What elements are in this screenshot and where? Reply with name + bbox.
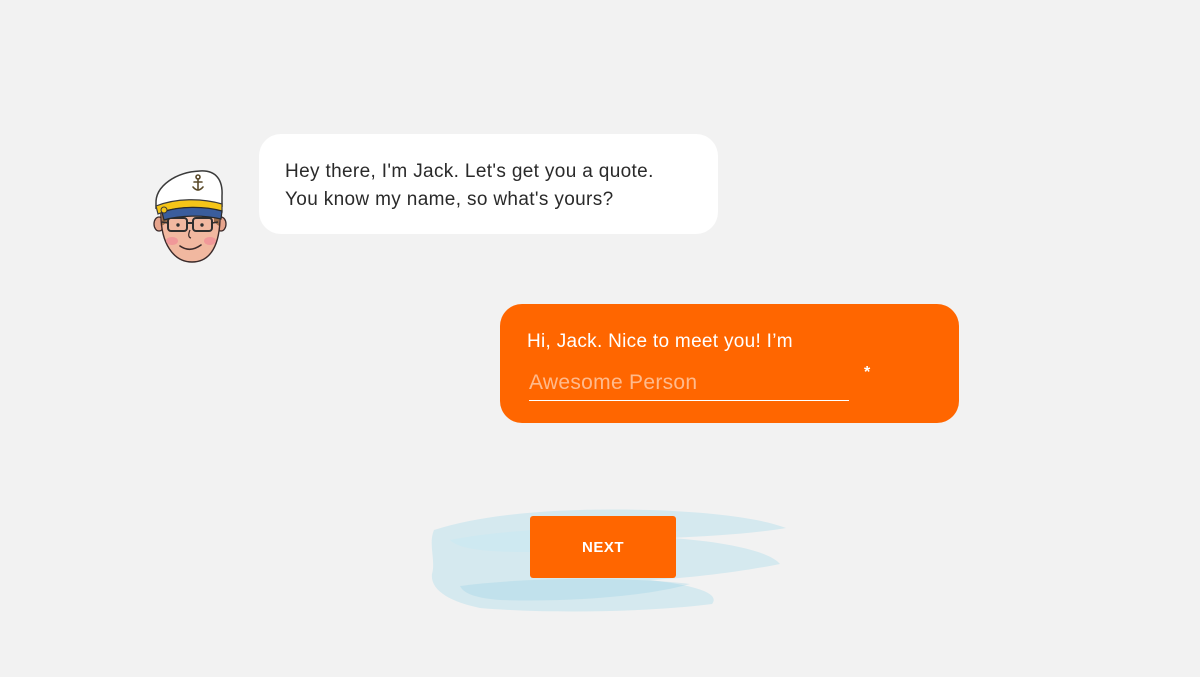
user-intro-text: Hi, Jack. Nice to meet you! I’m: [527, 331, 793, 352]
user-reply-bubble: Hi, Jack. Nice to meet you! I’m *: [500, 304, 959, 423]
bot-message-bubble: Hey there, I'm Jack. Let's get you a quo…: [259, 134, 718, 234]
captain-jack-avatar-icon: [153, 170, 227, 263]
name-input[interactable]: [529, 366, 849, 401]
bot-message-line: You know my name, so what's yours?: [285, 189, 614, 210]
next-button[interactable]: NEXT: [530, 516, 676, 578]
bot-message-line: Hey there, I'm Jack. Let's get you a quo…: [285, 161, 654, 182]
required-asterisk: *: [864, 364, 871, 381]
